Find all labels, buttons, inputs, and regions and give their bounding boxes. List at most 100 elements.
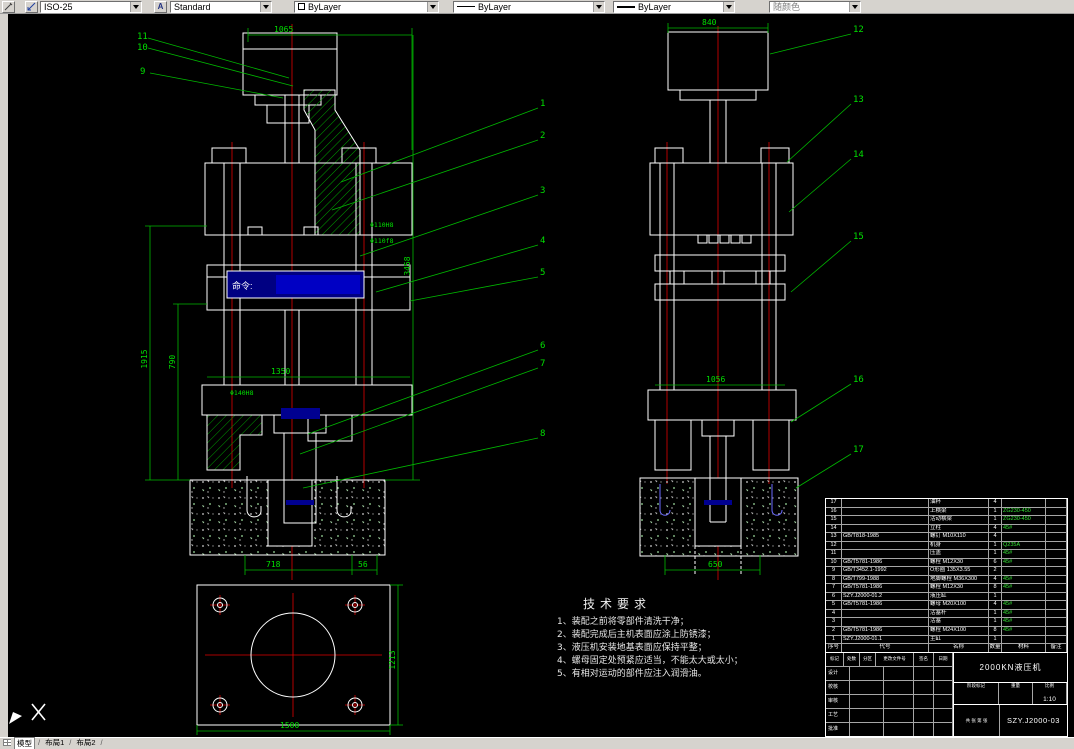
parts-row: 4 活塞杆 1 45# (826, 609, 1067, 619)
tech-req-item: 4、螺母固定处预紧应适当，不能太大或太小； (557, 656, 743, 666)
parts-cell: 1 (826, 635, 842, 644)
parts-cell: 45# (1002, 601, 1046, 609)
parts-cell (842, 507, 929, 516)
dim-style-combo[interactable]: ISO-25 (40, 0, 142, 13)
front-view-geometry (189, 32, 413, 726)
drawing-canvas[interactable]: 1065 3458 1915 790 1350 718 56 1500 1213… (8, 14, 1074, 737)
parts-row: 9 GB/T3452.1-1992 O形圈 135X3.55 2 (826, 567, 1067, 576)
parts-cell: 9 (826, 567, 842, 575)
parts-row: 10 GB/T5781-1986 螺栓 M12X30 6 45# (826, 558, 1067, 568)
parts-cell (1002, 635, 1046, 644)
top-toolbar: ISO-25 A Standard ByLayer ByLayer ByLaye… (0, 0, 1074, 14)
parts-cell (1046, 601, 1067, 609)
chevron-down-icon[interactable] (130, 1, 141, 12)
dim-pit-width: 650 (708, 560, 723, 569)
chevron-down-icon[interactable] (260, 1, 271, 12)
parts-cell: 8 (989, 584, 1002, 592)
sheet-label: 共 张 第 张 (954, 705, 1000, 737)
parts-cell: 1 (989, 609, 1002, 618)
role-label: 工艺 (826, 709, 850, 722)
parts-cell: 主缸 (929, 635, 989, 644)
parts-row: 1 SZY.J2000-01.1 主缸 1 (826, 635, 1067, 645)
dim-plate-width: 1500 (280, 721, 299, 730)
layout-tab-bar: 模型 / 布局1 / 布局2 / (0, 736, 1074, 749)
chevron-down-icon[interactable] (593, 1, 604, 12)
parts-cell: 4 (989, 524, 1002, 533)
parts-cell: 1 (989, 516, 1002, 524)
sig-header: 分区 (860, 653, 876, 666)
parts-cell: 4 (989, 575, 1002, 584)
tab-separator: / (38, 738, 41, 747)
parts-cell: 2 (989, 567, 1002, 575)
flyout-arrow-icon[interactable] (9, 712, 22, 724)
chevron-down-icon[interactable] (427, 1, 438, 12)
parts-cell: 1 (989, 507, 1002, 516)
dim-table-width: 1056 (706, 375, 725, 384)
tech-req-item: 3、液压机安装地基表面应保持平整； (557, 643, 707, 653)
parts-cell: 45# (1002, 558, 1046, 567)
parts-cell (842, 524, 929, 533)
tab-layout1[interactable]: 布局1 (43, 737, 66, 748)
parts-cell (1046, 575, 1067, 584)
parts-cell: 17 (826, 499, 842, 507)
dim-edit-icon[interactable] (2, 0, 15, 13)
dim-plate-height: 1213 (388, 650, 397, 669)
balloon-4: 4 (540, 236, 545, 246)
parts-cell: 1 (989, 550, 1002, 558)
sig-header: 日期 (934, 653, 953, 666)
parts-cell: 2 (826, 626, 842, 635)
parts-cell (1046, 635, 1067, 644)
lineweight-sample-icon (617, 5, 635, 8)
tab-layout2[interactable]: 布局2 (74, 737, 97, 748)
dim-height-outer: 1915 (140, 349, 149, 368)
lineweight-value: ByLayer (638, 1, 672, 12)
parts-cell: GB/T3452.1-1992 (842, 567, 929, 575)
color-combo[interactable]: ByLayer (294, 0, 439, 13)
parts-cell: GB/T5781-1986 (842, 584, 929, 592)
parts-header-cell: 名称 (929, 644, 989, 652)
sig-header: 处数 (844, 653, 860, 666)
lineweight-combo[interactable]: ByLayer (613, 0, 735, 13)
parts-list-body: 17 油杯 4 16 上横梁 1 ZG230-450 15 活动横梁 1 ZG230-450 14 立柱… (826, 499, 1067, 645)
plot-style-combo: 随颜色 (769, 0, 861, 13)
tab-separator: / (100, 738, 103, 747)
balloon-7: 7 (540, 359, 545, 369)
parts-header-cell: 备注 (1046, 644, 1067, 652)
dim-style-icon[interactable] (25, 0, 38, 13)
text-style-value: Standard (174, 1, 211, 12)
parts-row: 8 GB/T799-1988 地脚螺栓 M36X300 4 45# (826, 575, 1067, 585)
linetype-combo[interactable]: ByLayer (453, 0, 605, 13)
drawing-number: SZY.J2000-03 (1007, 716, 1060, 726)
dim-platen-width: 1350 (271, 367, 290, 376)
text-style-icon[interactable]: A (154, 0, 167, 13)
technical-requirements: 技术要求 1、装配之前将零部件清洗干净； 2、装配完成后主机表面应涂上防锈漆； … (557, 598, 827, 681)
parts-cell: 地脚螺栓 M36X300 (929, 575, 989, 584)
parts-cell: 45# (1002, 609, 1046, 618)
parts-cell: GB/T799-1988 (842, 575, 929, 584)
parts-cell (1046, 609, 1067, 618)
parts-cell (842, 516, 929, 524)
text-style-icon-letter: A (157, 2, 164, 11)
parts-cell: 6 (826, 592, 842, 601)
parts-cell (1046, 558, 1067, 567)
parts-cell (842, 609, 929, 618)
parts-cell: 立柱 (929, 524, 989, 533)
tab-nav-icon[interactable] (3, 739, 11, 746)
sig-header: 标记 (826, 653, 844, 666)
chevron-down-icon[interactable] (723, 1, 734, 12)
parts-cell (1046, 567, 1067, 575)
parts-cell: 1 (989, 635, 1002, 644)
parts-cell: 螺母 M20X100 (929, 601, 989, 609)
parts-cell (1002, 499, 1046, 507)
balloon-5: 5 (540, 268, 545, 278)
command-box[interactable]: 命令: (226, 270, 365, 299)
text-style-combo[interactable]: Standard (170, 0, 272, 13)
parts-cell (1046, 541, 1067, 550)
parts-header-cell: 数量 (989, 644, 1002, 652)
parts-row: 16 上横梁 1 ZG230-450 (826, 507, 1067, 517)
parts-cell: 15 (826, 516, 842, 524)
linetype-sample-icon (457, 6, 475, 7)
parts-cell: 液压缸 (929, 592, 989, 601)
role-label: 校核 (826, 681, 850, 694)
parts-cell (1002, 592, 1046, 601)
